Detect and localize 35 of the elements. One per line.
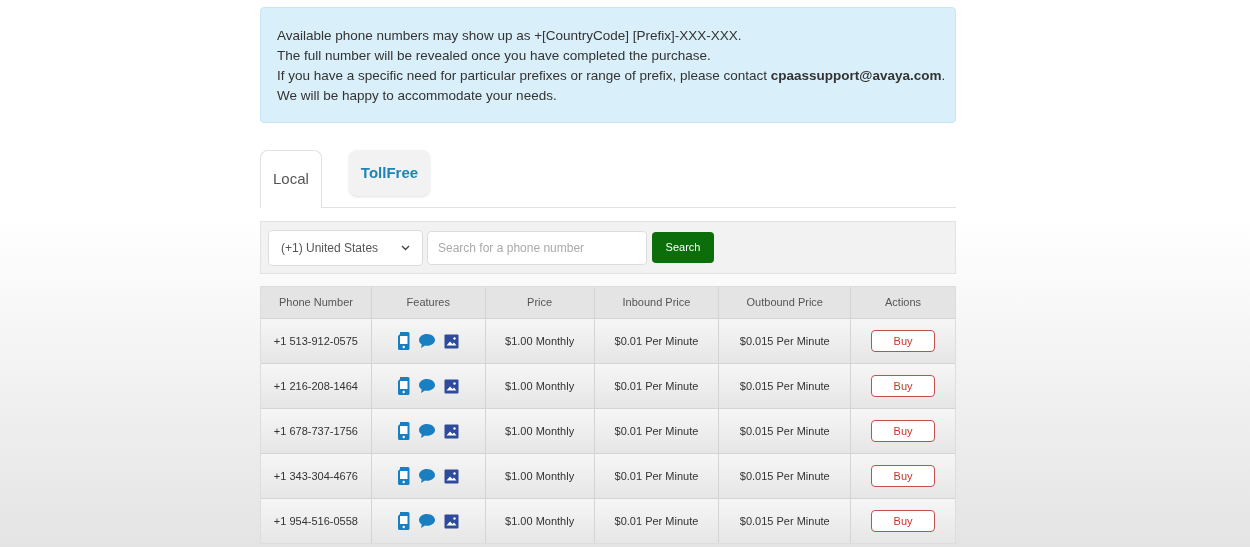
search-button[interactable]: Search — [652, 232, 714, 263]
info-text: Available phone numbers may show up as +[CountryCode] [Prefix]-XXX-XXX. — [277, 27, 742, 45]
chevron-down-icon — [401, 244, 410, 251]
info-text: If you have a specific need for particular prefixes or range of prefix, please contact cpaassupport@avaya.com. — [277, 67, 946, 85]
phone-search-field[interactable]: Search for a phone number — [427, 230, 647, 265]
buy-button[interactable]: Buy — [871, 510, 936, 532]
chat-bubble-icon — [418, 333, 437, 349]
mobile-phone-icon — [397, 376, 411, 396]
chat-bubble-icon — [418, 423, 437, 439]
chat-bubble-icon — [418, 378, 437, 394]
info-text: The full number will be revealed once you have completed the purchase. — [277, 47, 711, 65]
chat-bubble-icon — [418, 513, 437, 529]
tab[interactable]: TollFree — [348, 150, 431, 196]
image-icon — [444, 468, 460, 484]
mobile-phone-icon — [397, 466, 411, 486]
table-cell: $0.015 Per Minute — [719, 499, 852, 543]
image-icon — [444, 423, 460, 439]
info-text: We will be happy to accommodate your needs. — [277, 87, 557, 105]
buy-button[interactable]: Buy — [871, 330, 936, 352]
buy-button[interactable]: Buy — [871, 420, 936, 442]
table-cell: +1 954-516-0558 — [261, 499, 372, 543]
table-cell: $0.01 Per Minute — [594, 499, 720, 543]
chat-bubble-icon — [418, 468, 437, 484]
buy-button[interactable]: Buy — [871, 375, 936, 397]
mobile-phone-icon — [397, 511, 411, 531]
tab[interactable]: Local — [260, 150, 322, 208]
country-select[interactable]: (+1) United States — [268, 229, 423, 266]
image-icon — [444, 333, 460, 349]
column-header: Actions — [884, 295, 923, 311]
image-icon — [444, 378, 460, 394]
mobile-phone-icon — [397, 331, 411, 351]
table-cell: $1.00 Monthly — [485, 499, 595, 543]
mobile-phone-icon — [397, 421, 411, 441]
image-icon — [444, 513, 460, 529]
buy-button[interactable]: Buy — [871, 465, 936, 487]
